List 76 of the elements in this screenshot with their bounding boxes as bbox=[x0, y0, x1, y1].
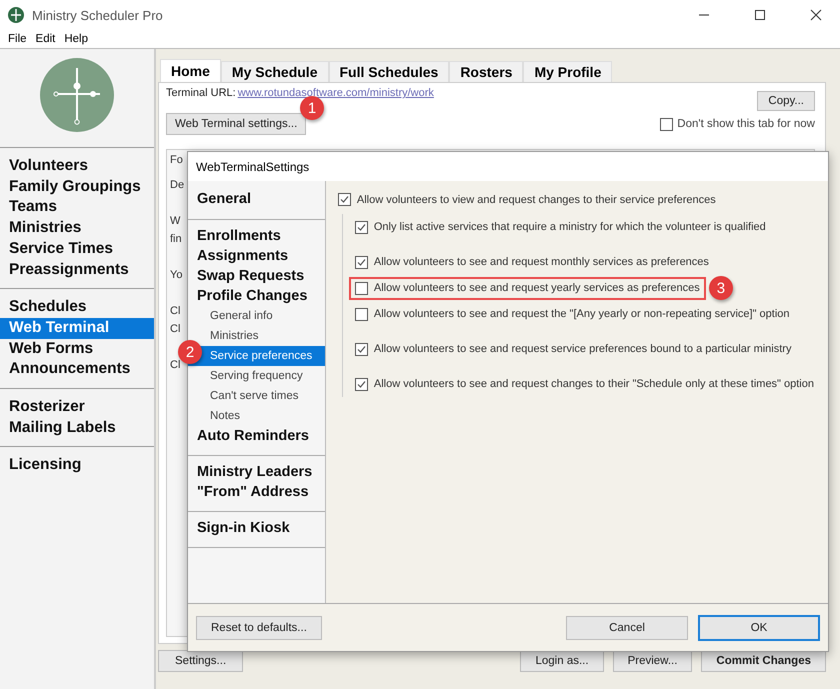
nav-item[interactable]: Ministry Leaders bbox=[188, 462, 325, 482]
sidebar-item[interactable]: Family Groupings bbox=[0, 176, 154, 198]
clock-logo-icon bbox=[40, 58, 114, 132]
nav-item[interactable]: General bbox=[188, 189, 325, 209]
window-title: Ministry Scheduler Pro bbox=[32, 8, 163, 22]
checkbox[interactable] bbox=[354, 220, 368, 234]
checkbox[interactable] bbox=[354, 256, 368, 268]
footer-button[interactable]: Settings... bbox=[158, 650, 244, 672]
app-logo-icon bbox=[8, 7, 24, 23]
checkbox[interactable] bbox=[660, 118, 674, 130]
nav-item[interactable]: Enrollments bbox=[188, 226, 325, 246]
checkbox[interactable] bbox=[354, 282, 368, 294]
covered-text: fin bbox=[170, 232, 182, 247]
tab[interactable]: Rosters bbox=[449, 61, 524, 82]
sidebar-item[interactable]: Service Times bbox=[0, 238, 154, 260]
tab[interactable]: Full Schedules bbox=[328, 61, 450, 82]
sidebar-item[interactable]: Web Forms bbox=[0, 338, 154, 360]
tab[interactable]: My Profile bbox=[523, 61, 612, 82]
covered-text: Cl bbox=[170, 304, 180, 319]
option-label: Allow volunteers to see and request the "[Any yearly or non-repeating service]" option bbox=[374, 308, 790, 320]
nav-item[interactable]: Swap Requests bbox=[188, 266, 325, 286]
option-label: Allow volunteers to see and request monthly services as preferences bbox=[374, 256, 709, 268]
nav-item[interactable]: Auto Reminders bbox=[188, 426, 325, 446]
option-label: Allow volunteers to see and request service preferences bound to a particular ministry bbox=[374, 343, 792, 355]
checkbox[interactable] bbox=[354, 378, 368, 390]
sidebar-item[interactable]: Mailing Labels bbox=[0, 418, 154, 438]
covered-text: Fo bbox=[170, 153, 183, 168]
nav-subitem[interactable]: General info bbox=[188, 306, 325, 326]
terminal-url-link[interactable]: www.rotundasoftware.com/ministry/work bbox=[238, 87, 434, 99]
menu-item[interactable]: Help bbox=[64, 33, 88, 45]
sidebar-item[interactable]: Rosterizer bbox=[0, 397, 154, 418]
sidebar-item[interactable]: Web Terminal bbox=[0, 318, 154, 339]
url-label: Terminal URL: bbox=[166, 87, 236, 99]
option-label: Only list active services that require a ministry for which the volunteer is qualified bbox=[374, 221, 766, 233]
copy-button[interactable]: Copy... bbox=[757, 91, 815, 111]
covered-text: Cl bbox=[170, 358, 180, 373]
web-terminal-settings-button[interactable]: Web Terminal settings... bbox=[166, 113, 306, 135]
option-label: Allow volunteers to view and request changes to their service preferences bbox=[356, 194, 716, 206]
checkbox[interactable] bbox=[338, 193, 351, 206]
footer-button[interactable]: Login as... bbox=[520, 650, 604, 672]
menu-item[interactable]: File bbox=[8, 33, 27, 45]
dialog-button[interactable]: OK bbox=[698, 614, 820, 640]
tab[interactable]: Home bbox=[160, 59, 221, 82]
callout-badge: 3 bbox=[708, 276, 733, 300]
sidebar-item[interactable]: Volunteers bbox=[0, 156, 154, 177]
sidebar-item[interactable]: Licensing bbox=[0, 455, 154, 476]
footer-button[interactable]: Preview... bbox=[612, 650, 692, 672]
option-label: Allow volunteers to see and request yearly services as preferences bbox=[374, 282, 700, 294]
option-label: Allow volunteers to see and request changes to their "Schedule only at these times" option bbox=[374, 378, 814, 390]
maximize-icon[interactable] bbox=[754, 9, 766, 21]
sidebar-item[interactable]: Preassignments bbox=[0, 260, 154, 280]
sidebar-item[interactable]: Schedules bbox=[0, 297, 154, 318]
covered-text: Yo bbox=[170, 268, 182, 283]
nav-item[interactable]: Assignments bbox=[188, 246, 325, 266]
sidebar-item[interactable]: Teams bbox=[0, 197, 154, 218]
covered-text: De bbox=[170, 178, 184, 193]
covered-text: W bbox=[170, 214, 180, 229]
covered-text: Cl bbox=[170, 322, 180, 337]
reset-button[interactable]: Reset to defaults... bbox=[196, 616, 322, 640]
nav-subitem[interactable]: Can't serve times bbox=[188, 386, 325, 406]
nav-subitem[interactable]: Serving frequency bbox=[188, 366, 325, 386]
checkbox[interactable] bbox=[354, 342, 368, 356]
nav-item[interactable]: Sign-in Kiosk bbox=[188, 518, 325, 538]
checkbox-label: Don't show this tab for now bbox=[677, 118, 815, 130]
menu-item[interactable]: Edit bbox=[36, 33, 56, 45]
footer-button[interactable]: Commit Changes bbox=[701, 650, 826, 672]
nav-item[interactable]: Profile Changes bbox=[188, 286, 325, 306]
checkbox[interactable] bbox=[354, 308, 368, 320]
nav-subitem[interactable]: Notes bbox=[188, 406, 325, 426]
close-icon[interactable] bbox=[810, 9, 822, 21]
dialog-title: WebTerminalSettings bbox=[188, 152, 828, 181]
nav-item[interactable]: "From" Address bbox=[188, 482, 325, 502]
tab[interactable]: My Schedule bbox=[220, 61, 328, 82]
sidebar-item[interactable]: Announcements bbox=[0, 359, 154, 380]
dialog-button[interactable]: Cancel bbox=[566, 616, 688, 640]
sidebar-item[interactable]: Ministries bbox=[0, 218, 154, 239]
